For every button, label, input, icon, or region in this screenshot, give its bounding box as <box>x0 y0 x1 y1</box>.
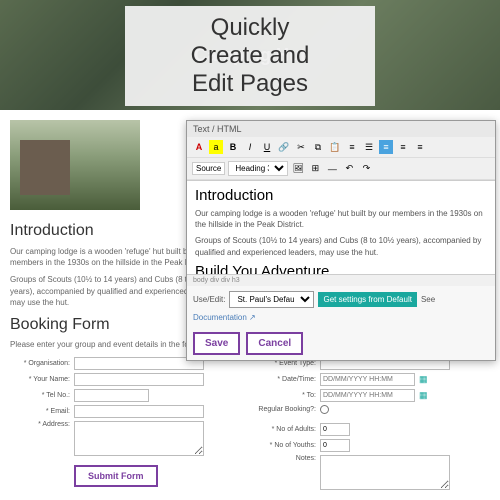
link-icon[interactable]: 🔗 <box>277 140 291 154</box>
submit-button[interactable]: Submit Form <box>74 465 158 487</box>
email-input[interactable] <box>74 405 204 418</box>
youths-input[interactable] <box>320 439 350 452</box>
align-left-icon[interactable]: ≡ <box>379 140 393 154</box>
label-notes: Notes: <box>256 455 316 462</box>
reg-radio[interactable] <box>320 405 329 414</box>
addr-input[interactable] <box>74 421 204 456</box>
copy-icon[interactable]: ⧉ <box>311 140 325 154</box>
editor-toolbar-1: A a B I U 🔗 ✂ ⧉ 📋 ≡ ☰ ≡ ≡ ≡ <box>187 137 495 158</box>
name-input[interactable] <box>74 373 204 386</box>
label-reg: Regular Booking?: <box>256 406 316 413</box>
align-center-icon[interactable]: ≡ <box>396 140 410 154</box>
cancel-button[interactable]: Cancel <box>246 332 303 355</box>
cut-icon[interactable]: ✂ <box>294 140 308 154</box>
table-icon[interactable]: ⊞ <box>308 162 322 176</box>
ed-p1: Our camping lodge is a wooden 'refuge' h… <box>195 208 487 230</box>
calendar-icon[interactable]: ▦ <box>419 390 429 400</box>
undo-icon[interactable]: ↶ <box>342 162 356 176</box>
banner-line2: Edit Pages <box>185 70 315 98</box>
ed-p2: Groups of Scouts (10½ to 14 years) and C… <box>195 235 487 257</box>
notes-input[interactable] <box>320 455 450 490</box>
ul-icon[interactable]: ☰ <box>362 140 376 154</box>
ed-h2: Build You Adventure <box>195 263 487 275</box>
dt-input[interactable] <box>320 373 415 386</box>
label-org: * Organisation: <box>10 360 70 367</box>
editor-content[interactable]: Introduction Our camping lodge is a wood… <box>187 180 495 275</box>
source-button[interactable]: Source <box>192 162 225 175</box>
booking-form: * Organisation: * Your Name: * Tel No.: … <box>10 357 490 493</box>
font-color-icon[interactable]: A <box>192 140 206 154</box>
label-to: * To: <box>256 392 316 399</box>
editor-title: Text / HTML <box>187 121 495 137</box>
redo-icon[interactable]: ↷ <box>359 162 373 176</box>
align-right-icon[interactable]: ≡ <box>413 140 427 154</box>
tel-input[interactable] <box>74 389 149 402</box>
label-adults: * No of Adults: <box>256 426 316 433</box>
label-tel: * Tel No.: <box>10 392 70 399</box>
editor-toolbar-2: Source Heading 3 🖼 ⊞ — ↶ ↷ <box>187 158 495 180</box>
image-icon[interactable]: 🖼 <box>291 162 305 176</box>
ed-h1: Introduction <box>195 187 487 204</box>
highlight-icon[interactable]: a <box>209 140 223 154</box>
use-edit-label: Use/Edit: <box>193 295 225 304</box>
calendar-icon[interactable]: ▦ <box>419 374 429 384</box>
label-youths: * No of Youths: <box>256 442 316 449</box>
underline-icon[interactable]: U <box>260 140 274 154</box>
get-settings-button[interactable]: Get settings from Default <box>318 292 416 307</box>
doc-link[interactable]: Documentation ↗ <box>193 313 256 322</box>
save-button[interactable]: Save <box>193 332 240 355</box>
editor-panel: Text / HTML A a B I U 🔗 ✂ ⧉ 📋 ≡ ☰ ≡ ≡ ≡ … <box>186 120 496 361</box>
banner-line1: Quickly Create and <box>185 14 315 70</box>
italic-icon[interactable]: I <box>243 140 257 154</box>
label-name: * Your Name: <box>10 376 70 383</box>
ol-icon[interactable]: ≡ <box>345 140 359 154</box>
adults-input[interactable] <box>320 423 350 436</box>
label-addr: * Address: <box>10 421 70 428</box>
overlay-banner: Quickly Create and Edit Pages <box>125 6 375 106</box>
paste-icon[interactable]: 📋 <box>328 140 342 154</box>
label-dt: * Date/Time: <box>256 376 316 383</box>
see-label: See <box>421 295 435 304</box>
hr-icon[interactable]: — <box>325 162 339 176</box>
label-email: * Email: <box>10 408 70 415</box>
to-input[interactable] <box>320 389 415 402</box>
bold-icon[interactable]: B <box>226 140 240 154</box>
org-input[interactable] <box>74 357 204 370</box>
style-select[interactable]: Heading 3 <box>228 161 288 176</box>
hut-photo <box>10 120 140 210</box>
use-edit-select[interactable]: St. Paul's Default <box>229 291 314 308</box>
breadcrumb[interactable]: body div div h3 <box>187 275 495 286</box>
